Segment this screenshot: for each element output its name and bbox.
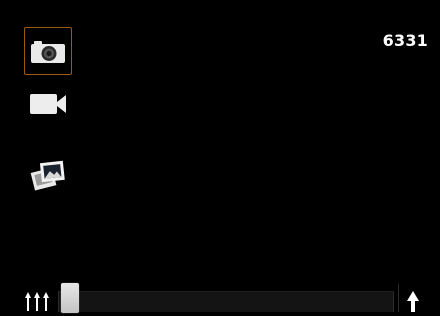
- gallery-icon: [30, 160, 65, 191]
- camera-icon: [31, 41, 65, 63]
- multiple-shots-icon: [25, 292, 49, 311]
- camera-screen: 6331: [0, 0, 440, 313]
- gallery-mode-button[interactable]: [24, 152, 72, 200]
- burst-slider-track[interactable]: [58, 283, 394, 313]
- multiple-shots-button[interactable]: [24, 290, 50, 312]
- video-mode-button[interactable]: [24, 80, 72, 128]
- video-camera-icon: [30, 94, 66, 114]
- camera-mode-button[interactable]: [24, 27, 72, 75]
- single-shot-icon: [407, 291, 419, 312]
- remaining-shots-counter: 6331: [382, 31, 428, 50]
- burst-slider-thumb[interactable]: [61, 283, 79, 313]
- single-shot-button[interactable]: [398, 284, 427, 312]
- burst-control-bar: [0, 282, 440, 313]
